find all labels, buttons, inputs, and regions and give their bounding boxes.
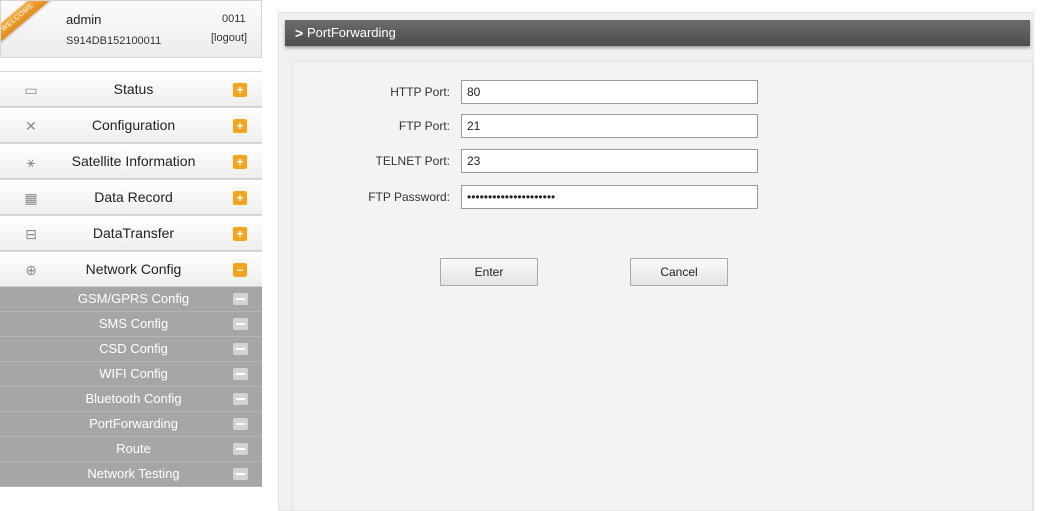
welcome-ribbon: WELCOME: [1, 1, 53, 49]
menu-item-data-record[interactable]: ▦ Data Record +: [0, 179, 262, 215]
menu-item-label: Data Record: [94, 189, 173, 205]
user-code: 0011: [222, 13, 246, 25]
menu-item-label: DataTransfer: [92, 225, 175, 241]
http-port-input[interactable]: [461, 80, 758, 104]
submenu-item-label: Route: [116, 441, 151, 456]
minus-icon: [233, 393, 248, 405]
minus-icon: [233, 293, 248, 305]
ftp-password-label: FTP Password:: [368, 190, 450, 204]
minus-icon: [233, 368, 248, 380]
menu-item-status[interactable]: ▭ Status +: [0, 71, 262, 107]
submenu-item-label: Bluetooth Config: [85, 391, 182, 406]
menu-item-label: Configuration: [91, 117, 176, 133]
expand-icon[interactable]: +: [233, 83, 247, 97]
telnet-port-label: TELNET Port:: [375, 154, 450, 168]
device-serial: S914DB152100011: [66, 35, 162, 47]
submenu-item-label: PortForwarding: [89, 416, 178, 431]
submenu-item-portforwarding[interactable]: PortForwarding: [0, 412, 262, 437]
submenu-item-label: GSM/GPRS Config: [77, 291, 190, 306]
menu-item-label: Satellite Information: [71, 153, 196, 169]
sidebar: WELCOME admin S914DB152100011 0011 [logo…: [0, 0, 262, 511]
page-title-bar: > PortForwarding: [285, 20, 1030, 46]
submenu-item-label: WIFI Config: [99, 366, 168, 381]
http-port-label: HTTP Port:: [390, 85, 450, 99]
page-title: PortForwarding: [307, 25, 396, 40]
ftp-port-label: FTP Port:: [398, 119, 450, 133]
main-menu: ▭ Status + ✕ Configuration + ⚹ Satellite…: [0, 71, 262, 287]
submenu-item-bluetooth-config[interactable]: Bluetooth Config: [0, 387, 262, 412]
submenu-item-csd-config[interactable]: CSD Config: [0, 337, 262, 362]
expand-icon[interactable]: +: [233, 191, 247, 205]
submenu-item-label: CSD Config: [99, 341, 168, 356]
expand-icon[interactable]: +: [233, 227, 247, 241]
satellite-icon: ⚹: [26, 154, 36, 170]
menu-item-configuration[interactable]: ✕ Configuration +: [0, 107, 262, 143]
enter-button[interactable]: Enter: [440, 258, 538, 286]
globe-icon: ⊕: [25, 262, 37, 278]
menu-item-label: Status: [113, 81, 154, 97]
minus-icon: [233, 468, 248, 480]
submenu-item-sms-config[interactable]: SMS Config: [0, 312, 262, 337]
telnet-port-input[interactable]: [461, 149, 758, 173]
expand-icon[interactable]: +: [233, 155, 247, 169]
minus-icon: [233, 443, 248, 455]
submenu-item-label: SMS Config: [98, 316, 169, 331]
submenu-item-gsm-gprs-config[interactable]: GSM/GPRS Config: [0, 287, 262, 312]
submenu-item-label: Network Testing: [87, 466, 180, 481]
collapse-icon[interactable]: −: [233, 263, 247, 277]
network-config-submenu: GSM/GPRS Config SMS Config CSD Config WI…: [0, 287, 262, 487]
submenu-item-network-testing[interactable]: Network Testing: [0, 462, 262, 487]
network-icon: ⊟: [25, 226, 37, 242]
menu-item-network-config[interactable]: ⊕ Network Config −: [0, 251, 262, 287]
minus-icon: [233, 318, 248, 330]
ftp-password-input[interactable]: [461, 185, 758, 209]
port-forwarding-form: HTTP Port: FTP Port: TELNET Port: FTP Pa…: [292, 61, 1033, 511]
calendar-icon: ▦: [24, 190, 38, 206]
menu-item-satellite-information[interactable]: ⚹ Satellite Information +: [0, 143, 262, 179]
submenu-item-route[interactable]: Route: [0, 437, 262, 462]
expand-icon[interactable]: +: [233, 119, 247, 133]
user-name: admin: [66, 12, 102, 27]
chevron-right-icon: >: [295, 25, 304, 41]
ftp-port-input[interactable]: [461, 114, 758, 138]
logout-link[interactable]: [logout]: [211, 32, 247, 44]
monitor-icon: ▭: [24, 82, 38, 98]
menu-item-datatransfer[interactable]: ⊟ DataTransfer +: [0, 215, 262, 251]
minus-icon: [233, 343, 248, 355]
user-panel: WELCOME admin S914DB152100011 0011 [logo…: [0, 0, 262, 58]
submenu-item-wifi-config[interactable]: WIFI Config: [0, 362, 262, 387]
cancel-button[interactable]: Cancel: [630, 258, 728, 286]
minus-icon: [233, 418, 248, 430]
menu-item-label: Network Config: [85, 261, 182, 277]
tools-icon: ✕: [25, 118, 37, 134]
